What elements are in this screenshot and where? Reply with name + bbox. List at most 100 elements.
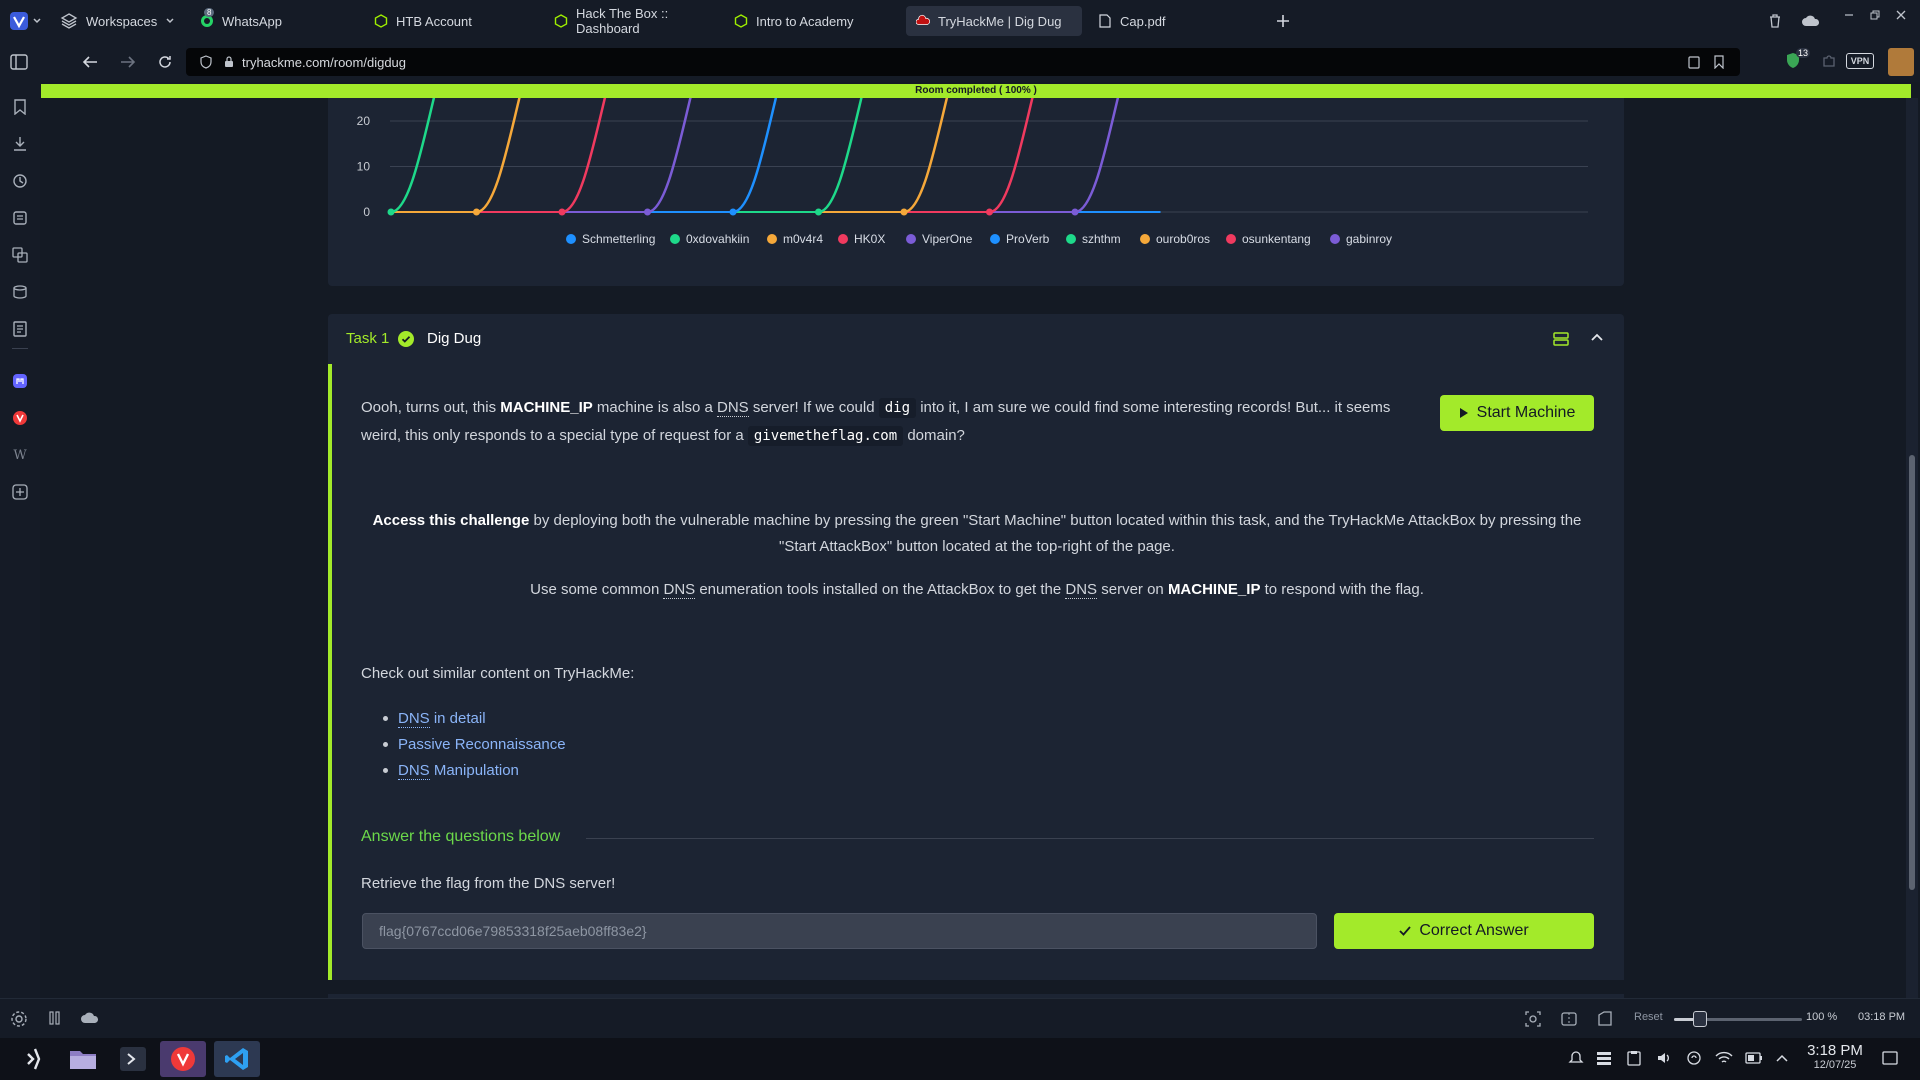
wifi-icon[interactable] <box>1714 1048 1734 1068</box>
server-icon[interactable] <box>1552 330 1570 348</box>
start-machine-button[interactable]: Start Machine <box>1440 395 1594 431</box>
url-bar[interactable]: tryhackme.com/room/digdug <box>186 48 1740 76</box>
tab-cap-pdf[interactable]: Cap.pdf <box>1088 6 1264 36</box>
reader-icon[interactable] <box>9 318 31 340</box>
link-passive-reconnaissance[interactable]: Passive Reconnaissance <box>398 736 566 753</box>
legend-item[interactable]: ourob0ros <box>1140 232 1210 246</box>
clipboard-icon[interactable] <box>1688 55 1700 69</box>
legend-item[interactable]: Schmetterling <box>566 232 655 246</box>
workspaces-button[interactable]: Workspaces <box>60 10 175 32</box>
translate-icon[interactable] <box>9 244 31 266</box>
clipboard-tray-icon[interactable] <box>1624 1048 1644 1068</box>
restore-icon[interactable] <box>1864 4 1886 26</box>
trash-icon[interactable] <box>1764 10 1786 32</box>
zoom-reset-button[interactable]: Reset <box>1634 1011 1663 1023</box>
text: Use some common <box>530 581 664 598</box>
dns-abbr: DNS <box>717 399 749 417</box>
settings-icon[interactable] <box>10 1010 28 1028</box>
vivaldi-taskbar-icon[interactable] <box>160 1041 206 1077</box>
panel-toggle-icon[interactable] <box>8 51 30 73</box>
legend-item[interactable]: 0xdovahkiin <box>670 232 749 246</box>
network-vpn-icon[interactable] <box>1684 1048 1704 1068</box>
usage-paragraph: Use some common DNS enumeration tools in… <box>361 576 1593 604</box>
dns-abbr: DNS <box>663 581 696 599</box>
link-dns-in-detail[interactable]: DNS in detail <box>398 709 486 728</box>
page-tiling-icon[interactable] <box>1560 1010 1578 1028</box>
reading-list-icon[interactable] <box>9 281 31 303</box>
shield-icon <box>200 55 212 69</box>
legend-item[interactable]: ProVerb <box>990 232 1049 246</box>
legend-item[interactable]: HK0X <box>838 232 885 246</box>
extension-badge: 13 <box>1796 48 1811 58</box>
avatar[interactable] <box>1888 48 1914 76</box>
vivaldi-icon[interactable] <box>9 407 31 429</box>
notes-icon[interactable] <box>9 207 31 229</box>
tile-icon[interactable] <box>48 1011 62 1025</box>
show-desktop-icon[interactable] <box>1880 1048 1900 1068</box>
answer-input[interactable] <box>362 913 1317 949</box>
legend-item[interactable]: m0v4r4 <box>767 232 823 246</box>
cloud-icon[interactable] <box>80 1011 100 1025</box>
link-dns-manipulation[interactable]: DNS Manipulation <box>398 761 519 780</box>
vscode-icon[interactable] <box>214 1041 260 1077</box>
tab-whatsapp[interactable]: WhatsApp 8 <box>190 6 360 36</box>
taskbar-clock[interactable]: 3:18 PM 12/07/25 <box>1800 1042 1870 1071</box>
legend-swatch <box>906 234 916 244</box>
series-line-gabinroy <box>1074 98 1120 214</box>
data-point <box>900 208 908 216</box>
vivaldi-menu-icon[interactable] <box>8 10 30 32</box>
chevron-up-icon[interactable] <box>1590 331 1604 345</box>
close-icon[interactable] <box>1890 4 1912 26</box>
page-actions-icon[interactable] <box>1596 1010 1614 1028</box>
text: Oooh, turns out, this <box>361 399 501 416</box>
new-tab-icon[interactable] <box>1272 10 1294 32</box>
bookmarks-icon[interactable] <box>9 96 31 118</box>
wikipedia-icon[interactable]: W <box>9 444 31 466</box>
vpn-button[interactable]: VPN <box>1846 53 1874 69</box>
tab-tryhackme-digdug[interactable]: TryHackMe | Dig Dug <box>906 6 1082 36</box>
downloads-icon[interactable] <box>9 133 31 155</box>
intro-line-2: weird, this only responds to a special t… <box>361 422 1421 450</box>
chevron-up-icon[interactable] <box>1772 1048 1792 1068</box>
chevron-down-icon[interactable] <box>30 10 44 32</box>
shield-extension-icon[interactable]: 13 <box>1782 48 1811 72</box>
file-manager-icon[interactable] <box>60 1041 106 1077</box>
domain-code: givemetheflag.com <box>747 426 904 446</box>
data-point <box>815 208 822 216</box>
battery-icon[interactable] <box>1744 1048 1764 1068</box>
zoom-slider-thumb[interactable] <box>1692 1011 1707 1027</box>
clock-date: 12/07/25 <box>1813 1059 1857 1071</box>
tab-htb-dashboard[interactable]: Hack The Box :: Dashboard <box>544 6 720 36</box>
volume-icon[interactable] <box>1654 1048 1674 1068</box>
display-icon[interactable] <box>1594 1048 1614 1068</box>
side-panel: W <box>0 82 40 998</box>
back-icon[interactable] <box>79 51 101 73</box>
screenshot-icon[interactable] <box>1524 1010 1542 1028</box>
data-point <box>644 208 651 216</box>
legend-swatch <box>990 234 1000 244</box>
app-launcher-icon[interactable] <box>12 1041 58 1077</box>
mastodon-icon[interactable] <box>9 370 31 392</box>
puzzle-icon[interactable] <box>1818 50 1840 72</box>
legend-item[interactable]: szhthm <box>1066 232 1121 246</box>
correct-answer-button[interactable]: Correct Answer <box>1334 913 1594 949</box>
history-icon[interactable] <box>9 170 31 192</box>
tab-label: Intro to Academy <box>756 13 854 29</box>
add-panel-icon[interactable] <box>9 481 31 503</box>
notifications-icon[interactable] <box>1566 1048 1586 1068</box>
reload-icon[interactable] <box>154 51 176 73</box>
bookmark-icon[interactable] <box>1714 55 1724 69</box>
minimize-icon[interactable] <box>1838 4 1860 26</box>
terminal-icon[interactable] <box>110 1041 156 1077</box>
legend-item[interactable]: gabinroy <box>1330 232 1392 246</box>
scrollbar-thumb[interactable] <box>1909 455 1915 890</box>
start-machine-label: Start Machine <box>1476 404 1576 421</box>
legend-item[interactable]: ViperOne <box>906 232 972 246</box>
tab-htb-account[interactable]: HTB Account <box>364 6 540 36</box>
forward-icon[interactable] <box>117 51 139 73</box>
legend-label: Schmetterling <box>582 232 656 246</box>
tab-intro-academy[interactable]: Intro to Academy <box>724 6 900 36</box>
cloud-sync-icon[interactable] <box>1798 10 1824 32</box>
task-header[interactable]: Task 1 Dig Dug <box>328 314 1624 364</box>
legend-item[interactable]: osunkentang <box>1226 232 1311 246</box>
